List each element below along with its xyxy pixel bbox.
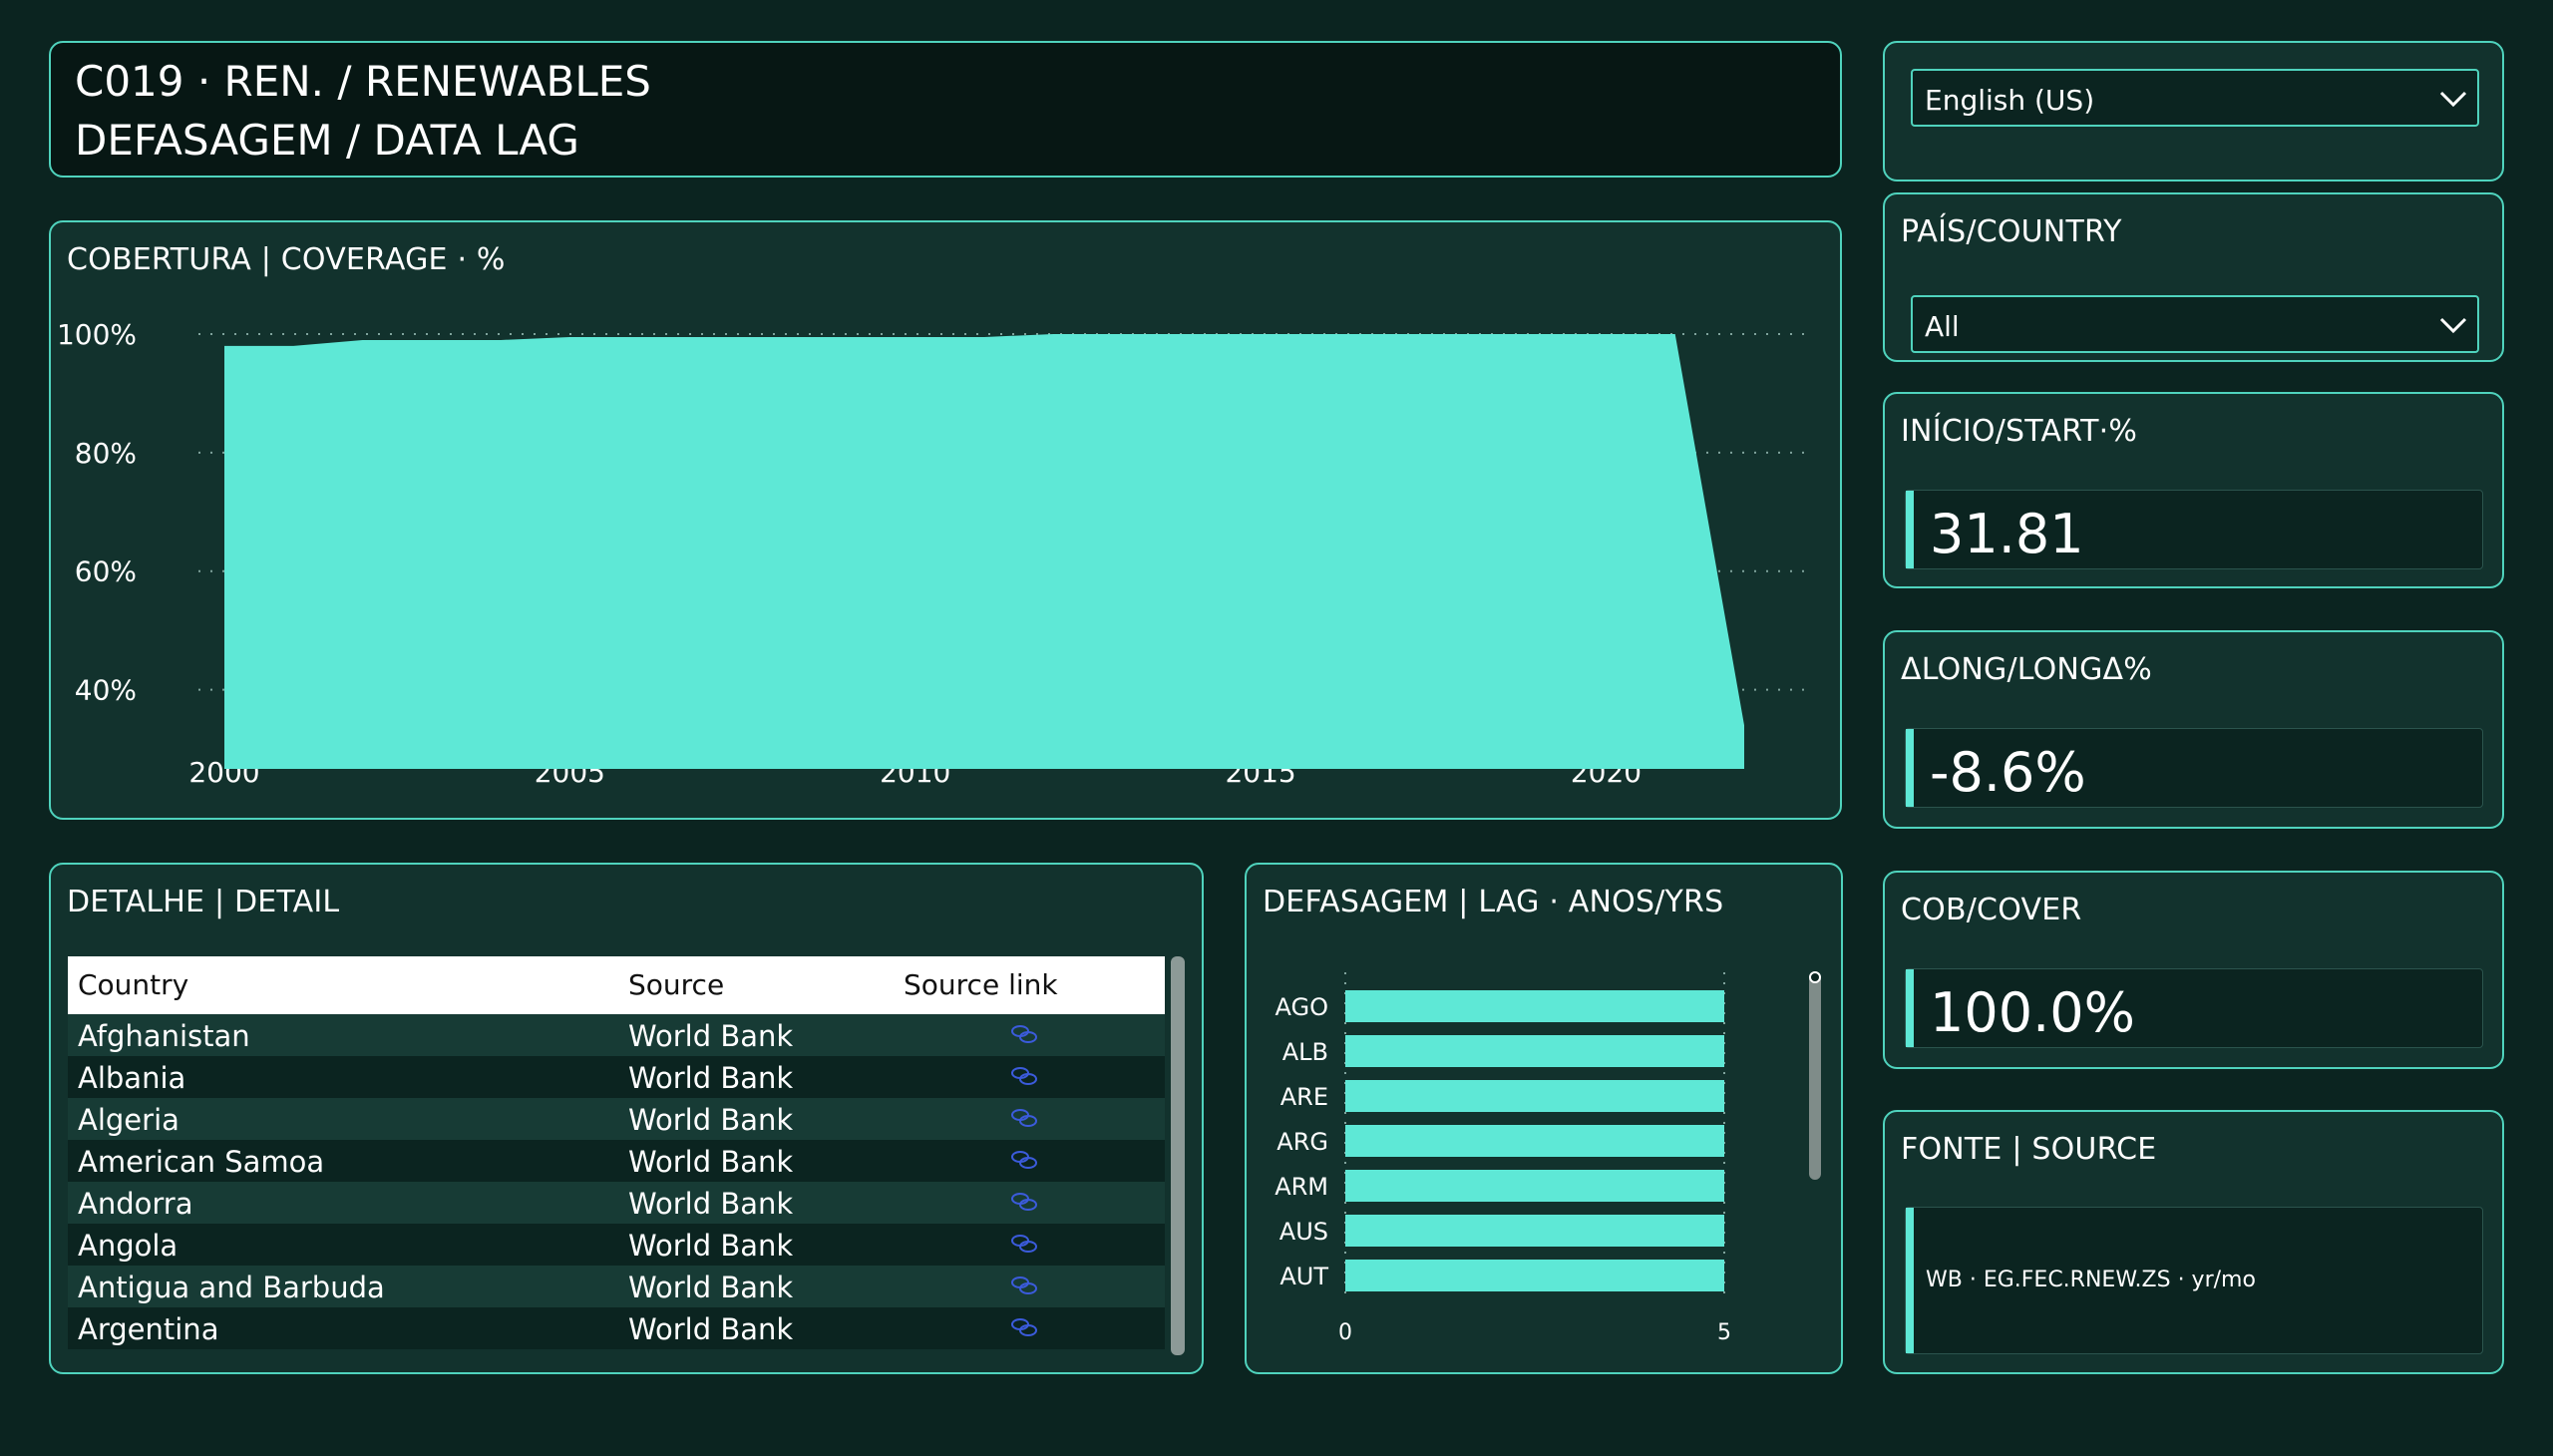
cell-source: World Bank <box>628 1312 794 1346</box>
cell-country: Andorra <box>78 1187 193 1221</box>
table-row[interactable]: Afghanistan World Bank <box>68 1014 1165 1056</box>
lag-chart-scrollbar[interactable] <box>1809 971 1821 1180</box>
link-icon[interactable] <box>1009 1106 1039 1130</box>
table-row[interactable]: Algeria World Bank <box>68 1098 1165 1140</box>
link-icon[interactable] <box>1009 1274 1039 1297</box>
cell-country: Algeria <box>78 1103 180 1137</box>
lag-bar-chart: 0 5 AGO ALB ARE ARG ARM AUS AUT <box>1275 972 1731 1345</box>
coverage-area[interactable] <box>224 334 1744 769</box>
y-tick-label: 80% <box>75 437 137 470</box>
source-label: FONTE | SOURCE <box>1901 1132 2157 1167</box>
link-icon[interactable] <box>1009 1315 1039 1339</box>
kpi-delta-card: -8.6% <box>1905 728 2483 808</box>
source-card: WB · EG.FEC.RNEW.ZS · yr/mo <box>1905 1207 2483 1354</box>
cell-country: Antigua and Barbuda <box>78 1271 385 1304</box>
bar-arm[interactable] <box>1345 1170 1724 1202</box>
link-icon[interactable] <box>1009 1148 1039 1172</box>
chevron-down-icon <box>2439 91 2467 108</box>
kpi-start-value: 31.81 <box>1930 503 2084 565</box>
bar-alb[interactable] <box>1345 1035 1724 1067</box>
cell-source: World Bank <box>628 1271 794 1304</box>
y-tick-label: 60% <box>75 555 137 588</box>
coverage-area-chart: 40%60%80%100%2000 2005 2010 2015 2020 <box>57 318 1804 789</box>
table-scrollbar[interactable] <box>1171 956 1185 1355</box>
bar-ago[interactable] <box>1345 990 1724 1022</box>
detail-table-panel: DETALHE | DETAIL Country Source Source l… <box>49 863 1204 1374</box>
country-filter-panel: PAÍS/COUNTRY All <box>1883 192 2504 362</box>
kpi-start-panel: INÍCIO/START·% 31.81 <box>1883 392 2504 588</box>
link-icon[interactable] <box>1009 1232 1039 1256</box>
kpi-delta-panel: ΔLONG/LONGΔ% -8.6% <box>1883 630 2504 829</box>
kpi-start-card: 31.81 <box>1905 490 2483 569</box>
link-icon[interactable] <box>1009 1022 1039 1046</box>
country-filter-title: PAÍS/COUNTRY <box>1901 214 2122 249</box>
cell-source: World Bank <box>628 1229 794 1263</box>
link-icon[interactable] <box>1009 1190 1039 1214</box>
category-label: AGO <box>1276 993 1328 1021</box>
x-tick-label: 0 <box>1338 1320 1352 1345</box>
detail-table: Country Source Source link Afghanistan Wo… <box>68 956 1165 1349</box>
table-row[interactable]: Albania World Bank <box>68 1056 1165 1098</box>
country-dropdown[interactable]: All <box>1911 295 2479 353</box>
table-row[interactable]: Angola World Bank <box>68 1224 1165 1266</box>
bar-arg[interactable] <box>1345 1125 1724 1157</box>
report-subtitle: DEFASAGEM / DATA LAG <box>75 116 579 165</box>
cell-source: World Bank <box>628 1103 794 1137</box>
table-row[interactable]: Andorra World Bank <box>68 1182 1165 1224</box>
column-header-source[interactable]: Source <box>628 968 724 1001</box>
table-row[interactable]: American Samoa World Bank <box>68 1140 1165 1182</box>
bar-aut[interactable] <box>1345 1260 1724 1291</box>
source-value: WB · EG.FEC.RNEW.ZS · yr/mo <box>1926 1268 2256 1292</box>
cell-country: American Samoa <box>78 1145 325 1179</box>
table-header: Country Source Source link <box>68 956 1165 1014</box>
kpi-cover-value: 100.0% <box>1930 981 2135 1044</box>
category-label: AUT <box>1279 1263 1328 1290</box>
cell-country: Afghanistan <box>78 1019 250 1053</box>
header-panel: C019 · REN. / RENEWABLES DEFASAGEM / DAT… <box>49 41 1842 178</box>
language-selected: English (US) <box>1925 84 2095 117</box>
cell-country: Angola <box>78 1229 179 1263</box>
y-tick-label: 100% <box>57 318 137 351</box>
link-icon[interactable] <box>1009 1064 1039 1088</box>
cell-country: Albania <box>78 1061 186 1095</box>
category-label: AUS <box>1279 1218 1328 1246</box>
kpi-cover-card: 100.0% <box>1905 968 2483 1048</box>
category-label: ARM <box>1275 1173 1328 1201</box>
coverage-chart-panel: COBERTURA | COVERAGE · % 40% 60% 80% 100% 20… <box>49 220 1842 820</box>
lag-chart-panel: DEFASAGEM | LAG · ANOS/YRS 0 5 AGO ALB ARE AR… <box>1245 863 1843 1374</box>
cell-source: World Bank <box>628 1187 794 1221</box>
report-title: C019 · REN. / RENEWABLES <box>75 57 651 106</box>
table-body: Afghanistan World Bank Albania World Bank Al… <box>68 1014 1165 1349</box>
kpi-delta-value: -8.6% <box>1930 741 2086 804</box>
kpi-start-label: INÍCIO/START·% <box>1901 414 2138 449</box>
cell-country: Argentina <box>78 1312 219 1346</box>
bar-are[interactable] <box>1345 1080 1724 1112</box>
detail-title: DETALHE | DETAIL <box>67 885 340 919</box>
category-label: ARE <box>1280 1083 1328 1111</box>
source-panel: FONTE | SOURCE WB · EG.FEC.RNEW.ZS · yr/… <box>1883 1110 2504 1374</box>
table-row[interactable]: Argentina World Bank <box>68 1307 1165 1349</box>
language-dropdown[interactable]: English (US) <box>1911 69 2479 127</box>
kpi-cover-label: COB/COVER <box>1901 893 2082 927</box>
bar-aus[interactable] <box>1345 1215 1724 1247</box>
x-tick-label: 5 <box>1717 1320 1731 1345</box>
cell-source: World Bank <box>628 1145 794 1179</box>
language-panel: English (US) <box>1883 41 2504 182</box>
lag-scroll-handle[interactable] <box>1809 971 1821 983</box>
kpi-delta-label: ΔLONG/LONGΔ% <box>1901 652 2152 687</box>
table-row[interactable]: Antigua and Barbuda World Bank <box>68 1266 1165 1307</box>
country-selected: All <box>1925 310 1960 343</box>
column-header-source-link[interactable]: Source link <box>904 968 1058 1001</box>
category-label: ARG <box>1276 1128 1328 1156</box>
y-tick-label: 40% <box>75 674 137 707</box>
chevron-down-icon <box>2439 317 2467 334</box>
kpi-cover-panel: COB/COVER 100.0% <box>1883 871 2504 1069</box>
cell-source: World Bank <box>628 1019 794 1053</box>
cell-source: World Bank <box>628 1061 794 1095</box>
category-label: ALB <box>1282 1038 1328 1066</box>
column-header-country[interactable]: Country <box>78 968 188 1001</box>
